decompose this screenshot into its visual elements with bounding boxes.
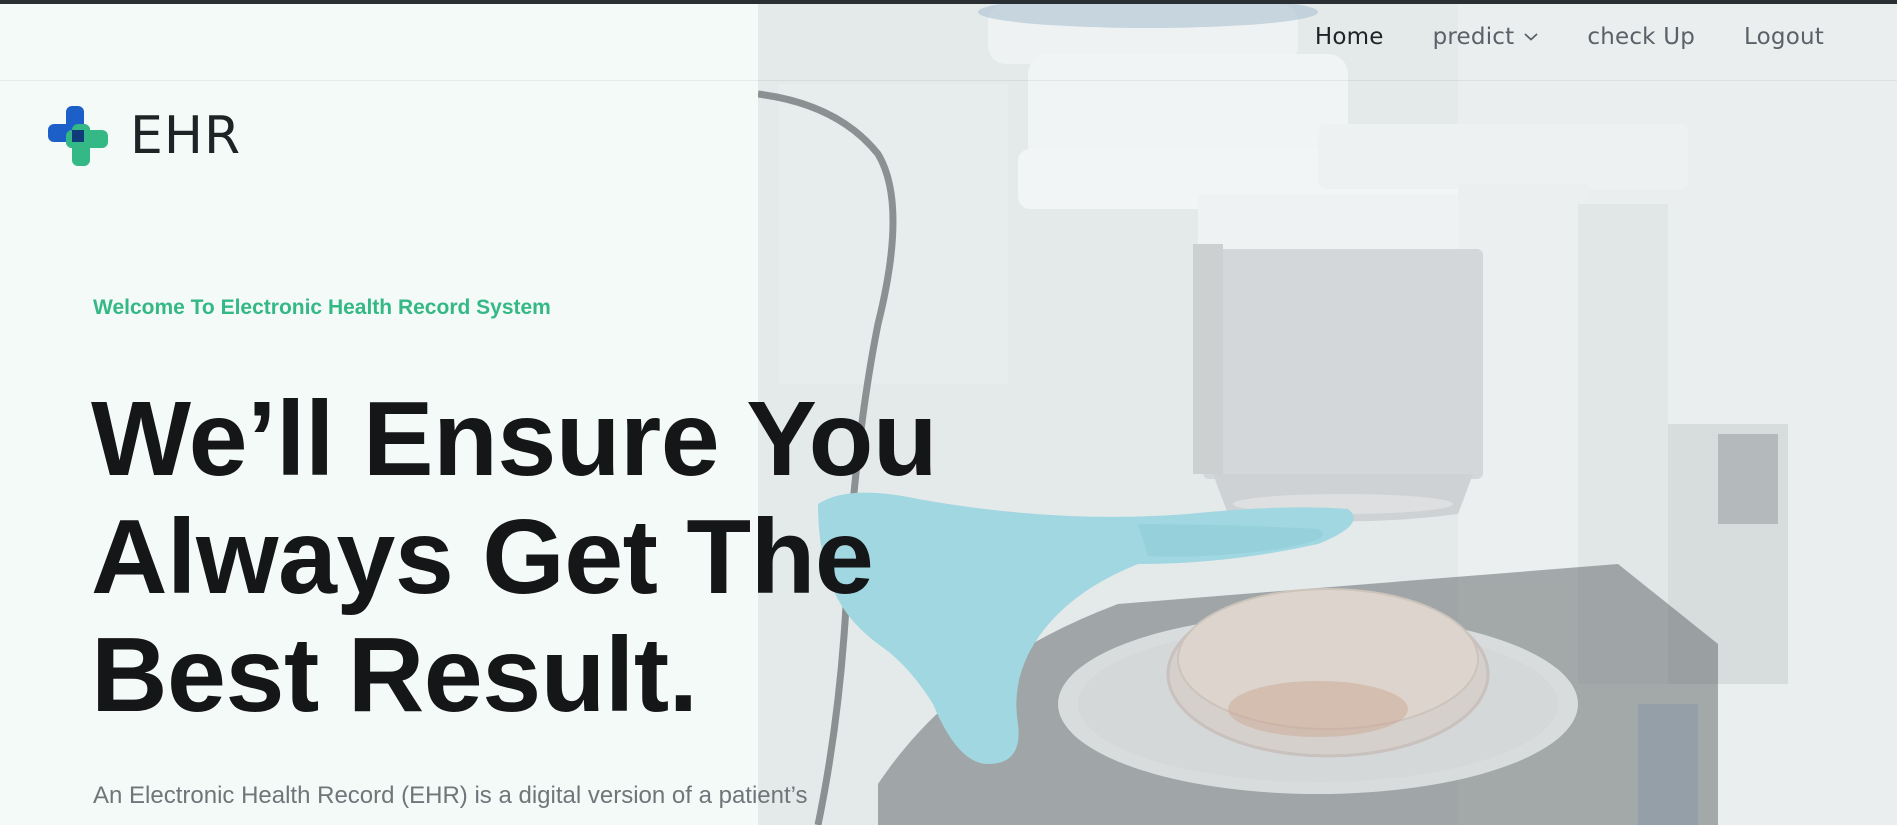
chevron-down-icon: [1524, 33, 1538, 41]
nav-logout-label: Logout: [1744, 24, 1824, 50]
hero-headline-line-2: Always Get The: [91, 498, 874, 616]
medical-cross-icon: [48, 106, 108, 166]
site-header: Home predict check Up Logout: [0, 4, 1897, 81]
page: Home predict check Up Logout EHR Welcome…: [0, 0, 1897, 825]
top-strip: [0, 0, 1897, 4]
nav-checkup-label: check Up: [1587, 24, 1696, 50]
nav-home-link[interactable]: Home: [1315, 24, 1384, 50]
nav-checkup-link[interactable]: check Up: [1587, 24, 1695, 50]
logo-text: EHR: [130, 106, 242, 166]
nav-predict-label: predict: [1432, 24, 1515, 50]
site-logo[interactable]: EHR: [48, 106, 241, 166]
hero-headline-line-3: Best Result.: [91, 616, 698, 734]
hero-eyebrow: Welcome To Electronic Health Record Syst…: [93, 296, 551, 319]
nav-predict-dropdown[interactable]: predict: [1433, 24, 1539, 50]
hero-description: An Electronic Health Record (EHR) is a d…: [93, 782, 808, 809]
main-nav: Home predict check Up Logout: [1315, 24, 1824, 50]
nav-home-label: Home: [1314, 24, 1384, 50]
nav-logout-link[interactable]: Logout: [1744, 24, 1824, 50]
hero-headline-line-1: We’ll Ensure You: [91, 380, 938, 498]
hero-headline: We’ll Ensure You Always Get The Best Res…: [91, 380, 971, 734]
